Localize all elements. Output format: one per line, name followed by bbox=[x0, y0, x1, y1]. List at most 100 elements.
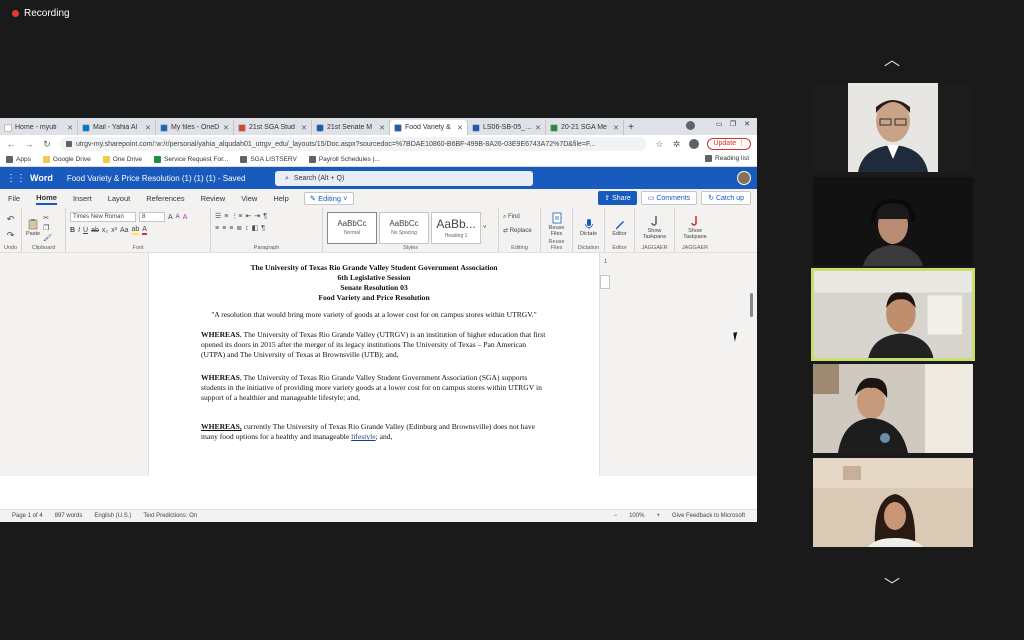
restore-icon[interactable]: ❐ bbox=[727, 119, 739, 130]
tab-close-icon[interactable]: ✕ bbox=[535, 124, 541, 132]
participant-tile[interactable] bbox=[813, 458, 973, 547]
reading-list[interactable]: Reading list bbox=[705, 155, 749, 162]
highlight-icon[interactable]: ab bbox=[131, 226, 140, 235]
font-color-icon[interactable]: A bbox=[142, 226, 147, 235]
copy-icon[interactable]: ❐ bbox=[43, 224, 52, 232]
new-tab-button[interactable]: + bbox=[624, 120, 638, 135]
catch-up-button[interactable]: ↻ Catch up bbox=[701, 191, 751, 205]
browser-tab[interactable]: LS06-SB-05_Ca ✕ bbox=[468, 120, 546, 135]
comments-button[interactable]: ▭ Comments bbox=[640, 191, 698, 205]
italic-icon[interactable]: I bbox=[78, 227, 80, 234]
bold-icon[interactable]: B bbox=[70, 227, 75, 234]
document-page[interactable]: The University of Texas Rio Grande Valle… bbox=[148, 253, 600, 476]
reload-icon[interactable]: ↻ bbox=[42, 139, 52, 150]
zoom-level[interactable]: 100% bbox=[629, 513, 644, 519]
ribbon-tab-help[interactable]: Help bbox=[273, 194, 288, 203]
strikethrough-icon[interactable]: ab bbox=[91, 227, 99, 234]
bookmark-item[interactable]: Payroll Schedules |... bbox=[308, 156, 380, 163]
app-launcher-icon[interactable]: ⋮⋮ bbox=[6, 173, 26, 184]
page-count[interactable]: Page 1 of 4 bbox=[12, 513, 43, 519]
bookmark-item[interactable]: Google Drive bbox=[42, 156, 91, 163]
profile-icon[interactable] bbox=[689, 139, 700, 149]
bookmark-item[interactable]: Apps bbox=[6, 156, 31, 163]
style-heading-1[interactable]: AaBb... Heading 1 bbox=[431, 211, 481, 244]
scroll-up-chevron-icon[interactable]: ︿ bbox=[880, 46, 904, 70]
extensions-icon[interactable]: ✲ bbox=[671, 139, 681, 150]
participant-tile[interactable] bbox=[813, 177, 973, 266]
grow-font-icon[interactable]: A bbox=[168, 214, 173, 221]
forward-icon[interactable]: → bbox=[24, 139, 34, 149]
editing-mode-dropdown[interactable]: ✎ Editing ˅ bbox=[303, 192, 354, 205]
undo-icon[interactable]: ↶ bbox=[7, 214, 15, 225]
find-button[interactable]: ⌕ Find bbox=[503, 214, 536, 221]
underline-icon[interactable]: U bbox=[83, 227, 88, 234]
font-name-dropdown[interactable]: Times New Roman bbox=[70, 212, 136, 222]
bookmark-item[interactable]: Service Request For... bbox=[154, 156, 228, 163]
zoom-out-icon[interactable]: − bbox=[614, 513, 618, 519]
style-normal[interactable]: AaBbCc Normal bbox=[327, 211, 377, 244]
numbering-icon[interactable]: ≡ bbox=[224, 213, 228, 220]
user-avatar[interactable] bbox=[737, 171, 751, 185]
ribbon-tab-references[interactable]: References bbox=[146, 194, 184, 203]
superscript-icon[interactable]: x² bbox=[111, 227, 117, 234]
line-spacing-icon[interactable]: ↕ bbox=[245, 225, 249, 232]
document-title[interactable]: Food Variety & Price Resolution (1) (1) … bbox=[67, 174, 246, 183]
bookmark-item[interactable]: One Drive bbox=[102, 156, 142, 163]
search-input[interactable]: ⌕ Search (Alt + Q) bbox=[275, 171, 533, 186]
decrease-indent-icon[interactable]: ⇤ bbox=[245, 212, 251, 220]
format-painter-icon[interactable]: 🖌 bbox=[43, 234, 52, 242]
style-no-spacing[interactable]: AaBbCc No Spacing bbox=[379, 211, 429, 244]
justify-icon[interactable]: ≣ bbox=[236, 224, 242, 232]
rtl-icon[interactable]: ¶ bbox=[263, 213, 267, 220]
back-icon[interactable]: ← bbox=[6, 139, 16, 149]
shading-icon[interactable]: ◧ bbox=[252, 224, 259, 232]
paste-button[interactable]: Paste bbox=[26, 218, 40, 237]
participant-tile[interactable] bbox=[813, 83, 973, 172]
browser-tab[interactable]: 20-21 SGA Me ✕ bbox=[546, 120, 624, 135]
ribbon-tab-layout[interactable]: Layout bbox=[108, 194, 131, 203]
align-left-icon[interactable]: ≡ bbox=[215, 225, 219, 232]
tab-search-icon[interactable] bbox=[686, 121, 695, 130]
vertical-scrollbar[interactable] bbox=[750, 293, 753, 317]
replace-button[interactable]: ⇄ Replace bbox=[503, 227, 536, 234]
tab-close-icon[interactable]: ✕ bbox=[145, 124, 151, 132]
redo-icon[interactable]: ↷ bbox=[7, 230, 15, 241]
ribbon-tab-insert[interactable]: Insert bbox=[73, 194, 92, 203]
comment-margin-box[interactable] bbox=[600, 275, 610, 289]
reuse-files-button[interactable]: Reuse Files bbox=[544, 212, 570, 237]
word-count[interactable]: 897 words bbox=[55, 513, 83, 519]
increase-indent-icon[interactable]: ⇥ bbox=[254, 212, 260, 220]
tab-close-icon[interactable]: ✕ bbox=[613, 124, 619, 132]
share-button[interactable]: ⇪ Share bbox=[598, 191, 637, 205]
bookmark-star-icon[interactable]: ☆ bbox=[655, 139, 663, 150]
styles-more-icon[interactable]: ˅ bbox=[483, 225, 487, 231]
url-field[interactable]: utrgv-my.sharepoint.com/:w:/r/personal/y… bbox=[60, 137, 648, 151]
text-predictions[interactable]: Text Predictions: On bbox=[143, 513, 197, 519]
tab-close-icon[interactable]: ✕ bbox=[223, 124, 229, 132]
feedback-link[interactable]: Give Feedback to Microsoft bbox=[672, 513, 745, 519]
ribbon-tab-view[interactable]: View bbox=[241, 194, 257, 203]
minimize-icon[interactable]: ▭ bbox=[713, 119, 725, 130]
participant-tile-active-speaker[interactable] bbox=[811, 268, 975, 361]
change-case-icon[interactable]: Aa bbox=[120, 227, 129, 234]
align-center-icon[interactable]: ≡ bbox=[222, 225, 226, 232]
tab-close-icon[interactable]: ✕ bbox=[457, 124, 463, 132]
show-taskpane-button-2[interactable]: Show Taskpane bbox=[678, 215, 712, 240]
tab-close-icon[interactable]: ✕ bbox=[301, 124, 307, 132]
dictate-button[interactable]: Dictate bbox=[580, 218, 597, 237]
bookmark-item[interactable]: SGA LISTSERV bbox=[240, 156, 297, 163]
tab-close-icon[interactable]: ✕ bbox=[379, 124, 385, 132]
shrink-font-icon[interactable]: A bbox=[176, 214, 180, 220]
browser-tab[interactable]: 21st Senate M ✕ bbox=[312, 120, 390, 135]
ribbon-tab-review[interactable]: Review bbox=[201, 194, 226, 203]
subscript-icon[interactable]: x₂ bbox=[102, 227, 108, 234]
browser-tab[interactable]: Food Variety & ✕ bbox=[390, 120, 468, 135]
show-taskpane-button-1[interactable]: Show Taskpane bbox=[638, 215, 672, 240]
editor-button[interactable]: Editor bbox=[612, 218, 627, 237]
browser-tab[interactable]: Home - myuti ✕ bbox=[0, 120, 78, 135]
browser-tab[interactable]: My files - OneD ✕ bbox=[156, 120, 234, 135]
multilevel-list-icon[interactable]: ⋮≡ bbox=[231, 212, 242, 220]
zoom-in-icon[interactable]: + bbox=[656, 513, 660, 519]
clear-format-icon[interactable]: A bbox=[183, 214, 188, 221]
browser-tab[interactable]: 21st SGA Stud ✕ bbox=[234, 120, 312, 135]
